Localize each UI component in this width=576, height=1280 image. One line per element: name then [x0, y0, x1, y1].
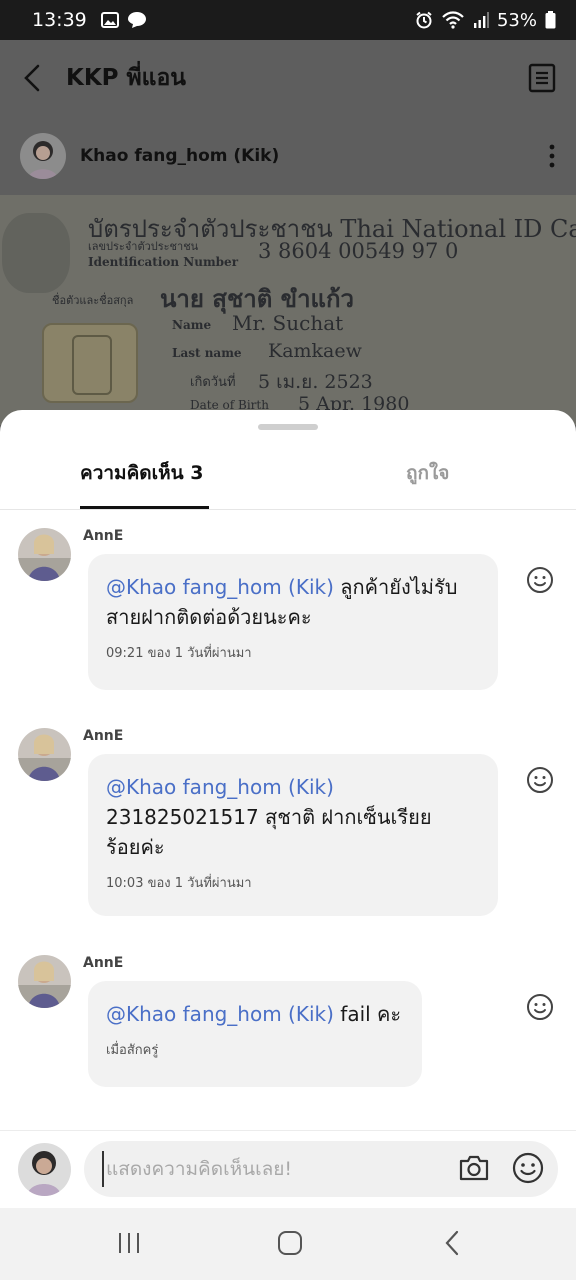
system-nav-bar	[0, 1208, 576, 1280]
card-id-label-th: เลขประจำตัวประชาชน	[88, 240, 199, 253]
commenter-name[interactable]: AnnE	[83, 528, 123, 544]
commenter-name[interactable]: AnnE	[83, 955, 123, 971]
page-title: KKP พี่แอน	[66, 65, 187, 91]
post-image-id-card[interactable]: บัตรประจำตัวประชาชน Thai National ID Car…	[0, 195, 576, 425]
alarm-icon	[416, 11, 432, 29]
card-name-label-th: ชื่อตัวและชื่อสกุล	[52, 294, 134, 307]
comment-input[interactable]	[102, 1151, 442, 1187]
tab-likes[interactable]: ถูกใจ	[406, 458, 449, 488]
chat-bubble-icon	[127, 12, 146, 28]
comment-input-bar	[0, 1130, 576, 1208]
tab-bar: ความคิดเห็น 3 ถูกใจ	[0, 440, 576, 510]
post-author-row: Khao fang_hom (Kik)	[0, 120, 576, 192]
card-chip	[42, 323, 138, 403]
garuda-emblem	[2, 213, 70, 293]
my-avatar	[18, 1143, 71, 1196]
comment-input-container	[84, 1141, 558, 1197]
comment-text: @Khao fang_hom (Kik) fail คะ	[106, 1002, 402, 1026]
smiley-icon[interactable]	[526, 766, 554, 794]
comment-timestamp: 10:03 ของ 1 วันที่ผ่านมา	[106, 876, 252, 891]
smiley-icon[interactable]	[526, 566, 554, 594]
commenter-avatar[interactable]	[18, 728, 71, 781]
card-lastname-label: Last name	[172, 346, 242, 360]
mention-link[interactable]: @Khao fang_hom (Kik)	[106, 1002, 334, 1026]
app-bar: KKP พี่แอน	[0, 40, 576, 116]
comment-text: @Khao fang_hom (Kik) ลูกค้ายังไม่รับ สายฝ…	[106, 575, 458, 629]
comment-timestamp: เมื่อสักครู่	[106, 1043, 159, 1058]
smiley-icon[interactable]	[526, 993, 554, 1021]
commenter-name[interactable]: AnnE	[83, 728, 123, 744]
card-lastname: Kamkaew	[268, 340, 362, 362]
mention-link[interactable]: @Khao fang_hom (Kik)	[106, 775, 334, 799]
card-id-number: 3 8604 00549 97 0	[258, 239, 459, 263]
more-vertical-icon[interactable]	[548, 144, 556, 168]
commenter-avatar[interactable]	[18, 528, 71, 581]
comment-timestamp: 09:21 ของ 1 วันที่ผ่านมา	[106, 646, 252, 661]
comment-bubble[interactable]: @Khao fang_hom (Kik) fail คะ เมื่อสักครู…	[88, 981, 422, 1087]
card-dob-label-th: เกิดวันที่	[190, 375, 236, 390]
post-author-name[interactable]: Khao fang_hom (Kik)	[80, 146, 279, 166]
back-arrow-icon[interactable]	[20, 63, 44, 93]
comment-bubble[interactable]: @Khao fang_hom (Kik) ลูกค้ายังไม่รับ สายฝ…	[88, 554, 498, 690]
status-bar: 13:39 53%	[0, 0, 576, 40]
recent-apps-icon[interactable]	[116, 1230, 142, 1256]
mention-link[interactable]: @Khao fang_hom (Kik)	[106, 575, 334, 599]
wifi-icon	[442, 11, 464, 29]
card-id-label-en: Identification Number	[88, 255, 239, 269]
commenter-avatar[interactable]	[18, 955, 71, 1008]
gallery-icon	[100, 12, 119, 28]
battery-icon	[545, 11, 556, 29]
camera-icon[interactable]	[458, 1154, 490, 1182]
back-nav-icon[interactable]	[440, 1230, 466, 1256]
post-author-avatar[interactable]	[20, 133, 66, 179]
comment-text: @Khao fang_hom (Kik) 231825021517 สุชาติ …	[106, 775, 432, 859]
signal-icon	[473, 12, 489, 28]
home-icon[interactable]	[277, 1230, 303, 1256]
emoji-icon[interactable]	[512, 1152, 544, 1184]
note-icon[interactable]	[528, 63, 556, 93]
sheet-drag-handle[interactable]	[258, 424, 318, 430]
comment-bubble[interactable]: @Khao fang_hom (Kik) 231825021517 สุชาติ …	[88, 754, 498, 916]
card-name-en: Mr. Suchat	[232, 311, 344, 335]
active-tab-indicator	[80, 506, 209, 509]
card-name-label-en: Name	[172, 318, 212, 332]
status-time: 13:39	[32, 9, 87, 31]
tab-comments[interactable]: ความคิดเห็น 3	[80, 458, 203, 488]
battery-percent: 53%	[496, 9, 537, 31]
